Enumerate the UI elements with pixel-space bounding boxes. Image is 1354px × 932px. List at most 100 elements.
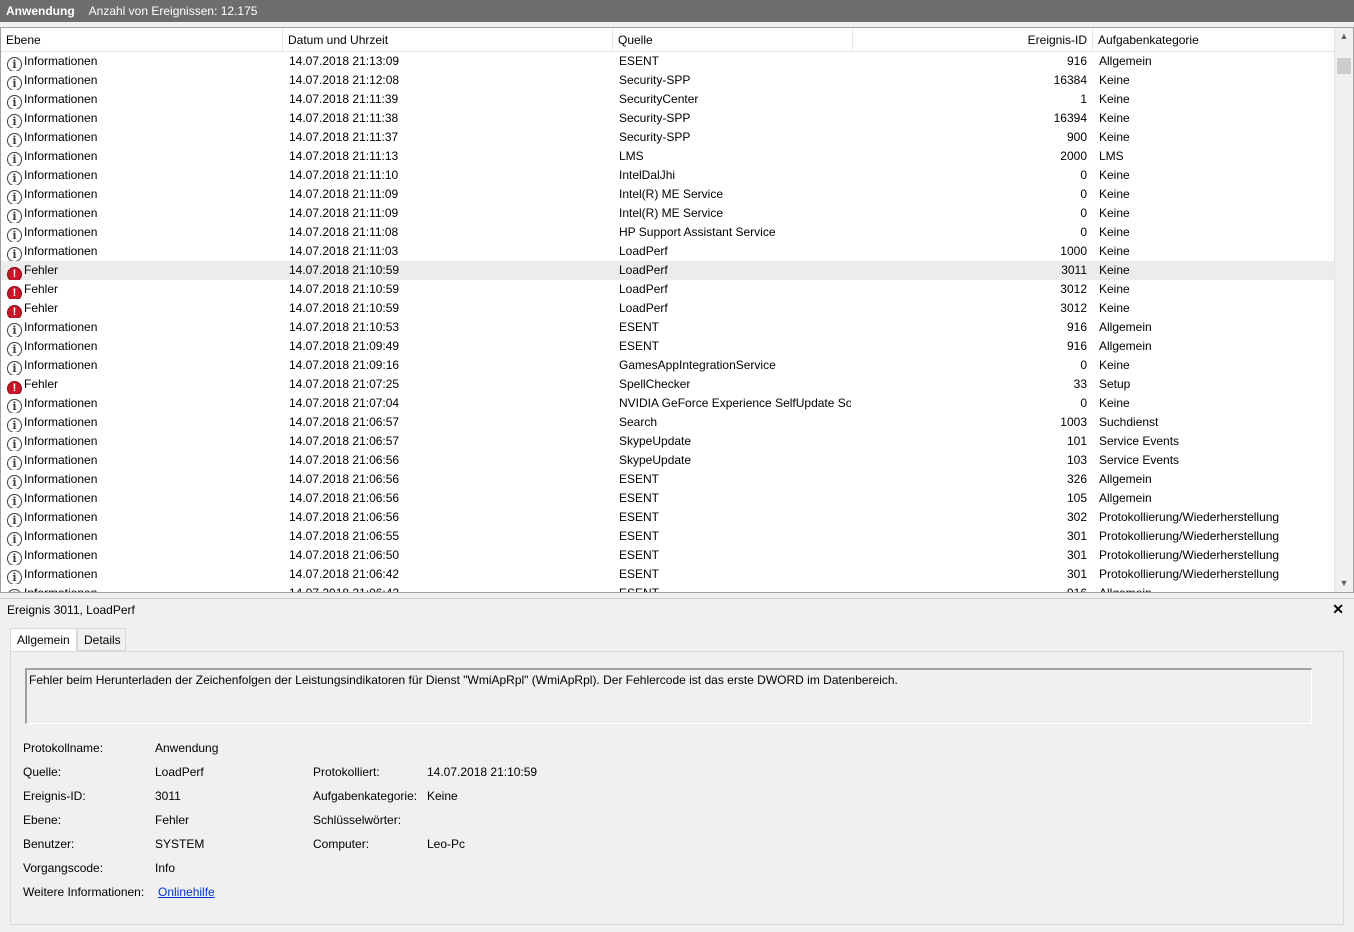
scroll-down-icon[interactable]: ▼ — [1335, 575, 1353, 592]
info-icon: i — [7, 247, 22, 261]
row-category: Keine — [1099, 111, 1130, 125]
row-date: 14.07.2018 21:06:56 — [289, 453, 400, 467]
row-date: 14.07.2018 21:06:56 — [289, 491, 400, 505]
column-header-event-id[interactable]: Ereignis-ID — [853, 28, 1093, 52]
row-source: ESENT — [619, 320, 660, 334]
row-event-id: 101 — [1066, 434, 1087, 448]
table-row[interactable]: ! Fehler 14.07.2018 21:10:59 LoadPerf 3012 Ke… — [1, 299, 1335, 318]
row-level: iInformationen — [7, 451, 277, 470]
scroll-up-icon[interactable]: ▲ — [1335, 28, 1353, 45]
event-list[interactable]: Ebene Datum und Uhrzeit Quelle Ereignis-… — [0, 27, 1354, 593]
table-row[interactable]: i Informationen 14.07.2018 21:13:09 ESENT 91… — [1, 52, 1335, 71]
row-source: SpellChecker — [619, 377, 691, 391]
info-icon: i — [7, 494, 22, 508]
column-header: Ebene Datum und Uhrzeit Quelle Ereignis-… — [1, 28, 1335, 52]
log-title: Anwendung — [6, 4, 75, 18]
row-date: 14.07.2018 21:09:16 — [289, 358, 400, 372]
row-category: Service Events — [1099, 453, 1180, 467]
row-source: HP Support Assistant Service — [619, 225, 776, 239]
table-row[interactable]: i Informationen 14.07.2018 21:11:39 Securit… — [1, 90, 1335, 109]
row-level: iInformationen — [7, 356, 277, 375]
table-row[interactable]: iInformationen 14.07.2018 21:06:42 ESENT 91… — [1, 584, 1335, 592]
table-row[interactable]: i Informationen 14.07.2018 21:11:09 Intel(R… — [1, 204, 1335, 223]
column-header-category[interactable]: Aufgabenkategorie — [1093, 28, 1335, 52]
title-bar: Anwendung Anzahl von Ereignissen: 12.175 — [0, 0, 1354, 22]
column-header-source[interactable]: Quelle — [613, 28, 853, 52]
column-header-level[interactable]: Ebene — [1, 28, 283, 52]
close-icon[interactable]: ✕ — [1332, 601, 1344, 618]
info-icon: i — [7, 399, 22, 413]
table-row[interactable]: i Informationen 14.07.2018 21:07:04 NVIDIA … — [1, 394, 1335, 413]
table-row[interactable]: ! Fehler 14.07.2018 21:10:59 LoadPerf 3012 Ke… — [1, 280, 1335, 299]
event-message[interactable]: Fehler beim Herunterladen der Zeichenfol… — [25, 668, 1312, 724]
row-event-id: 302 — [1066, 510, 1087, 524]
table-row[interactable]: i Informationen 14.07.2018 21:06:42 ESENT 30… — [1, 565, 1335, 584]
row-level-label: Informationen — [24, 244, 98, 258]
info-icon: i — [7, 95, 22, 109]
row-date: 14.07.2018 21:11:13 — [289, 149, 399, 163]
table-row[interactable]: i Informationen 14.07.2018 21:06:57 Search 1… — [1, 413, 1335, 432]
column-header-date[interactable]: Datum und Uhrzeit — [283, 28, 613, 52]
info-icon: i — [7, 551, 22, 565]
tab-details[interactable]: Details — [77, 628, 126, 651]
row-level-label: Informationen — [24, 339, 98, 353]
table-row[interactable]: i Informationen 14.07.2018 21:11:09 Intel(R… — [1, 185, 1335, 204]
table-row[interactable]: i Informationen 14.07.2018 21:06:55 ESENT 30… — [1, 527, 1335, 546]
table-row[interactable]: i Informationen 14.07.2018 21:10:53 ESENT 91… — [1, 318, 1335, 337]
row-level: ! Fehler — [7, 299, 277, 318]
row-source: LoadPerf — [619, 263, 668, 277]
row-level: iInformationen — [7, 318, 277, 337]
table-row[interactable]: i Informationen 14.07.2018 21:11:08 HP Supp… — [1, 223, 1335, 242]
table-row[interactable]: i Informationen 14.07.2018 21:09:49 ESENT 91… — [1, 337, 1335, 356]
row-date: 14.07.2018 21:10:59 — [289, 301, 400, 315]
online-help-link[interactable]: Onlinehilfe — [158, 885, 215, 899]
info-icon: i — [7, 437, 22, 451]
row-event-id: 3012 — [1060, 282, 1087, 296]
table-row[interactable]: i Informationen 14.07.2018 21:06:56 ESENT 10… — [1, 489, 1335, 508]
table-row[interactable]: i Informationen 14.07.2018 21:06:56 ESENT 30… — [1, 508, 1335, 527]
vertical-scrollbar[interactable]: ▲ ▼ — [1334, 28, 1353, 592]
row-level: iInformationen — [7, 337, 277, 356]
table-row[interactable]: i Informationen 14.07.2018 21:11:03 LoadPer… — [1, 242, 1335, 261]
row-category: Protokollierung/Wiederherstellung — [1099, 510, 1280, 524]
table-row[interactable]: i Informationen 14.07.2018 21:11:37 Securit… — [1, 128, 1335, 147]
info-icon: i — [7, 152, 22, 166]
label-user: Benutzer: — [23, 837, 75, 851]
info-icon: i — [7, 57, 22, 71]
info-icon: i — [7, 342, 22, 356]
tab-general[interactable]: Allgemein — [10, 628, 77, 652]
table-row[interactable]: ! Fehler 14.07.2018 21:10:59 LoadPerf 3011 Ke… — [1, 261, 1335, 280]
table-row[interactable]: i Informationen 14.07.2018 21:11:13 LMS 2000… — [1, 147, 1335, 166]
table-row[interactable]: i Informationen 14.07.2018 21:12:08 Securit… — [1, 71, 1335, 90]
label-computer: Computer: — [313, 837, 370, 851]
info-icon: i — [7, 133, 22, 147]
table-row[interactable]: i Informationen 14.07.2018 21:11:38 Securit… — [1, 109, 1335, 128]
label-logname: Protokollname: — [23, 741, 104, 755]
row-level: iInformationen — [7, 90, 277, 109]
table-row[interactable]: i Informationen 14.07.2018 21:11:10 IntelDa… — [1, 166, 1335, 185]
row-event-id: 103 — [1066, 453, 1087, 467]
table-row[interactable]: i Informationen 14.07.2018 21:09:16 GamesAp… — [1, 356, 1335, 375]
table-row[interactable]: ! Fehler 14.07.2018 21:07:25 SpellChecker 33… — [1, 375, 1335, 394]
table-row[interactable]: i Informationen 14.07.2018 21:06:57 SkypeUp… — [1, 432, 1335, 451]
row-source: SkypeUpdate — [619, 453, 692, 467]
row-level: iInformationen — [7, 527, 277, 546]
table-row[interactable]: i Informationen 14.07.2018 21:06:56 ESENT 32… — [1, 470, 1335, 489]
info-icon: i — [7, 570, 22, 584]
value-user: SYSTEM — [155, 837, 205, 851]
label-logged: Protokolliert: — [313, 765, 380, 779]
info-icon: i — [7, 228, 22, 242]
row-source: ESENT — [619, 472, 660, 486]
row-source: LoadPerf — [619, 244, 668, 258]
row-event-id: 301 — [1066, 548, 1087, 562]
row-level-label: Informationen — [24, 472, 98, 486]
row-event-id: 0 — [1080, 225, 1087, 239]
table-row[interactable]: i Informationen 14.07.2018 21:06:56 SkypeUp… — [1, 451, 1335, 470]
table-row[interactable]: i Informationen 14.07.2018 21:06:50 ESENT 30… — [1, 546, 1335, 565]
scroll-thumb[interactable] — [1337, 58, 1351, 74]
row-source: NVIDIA GeForce Experience SelfUpdate So.… — [619, 396, 851, 410]
row-date: 14.07.2018 21:06:57 — [289, 415, 400, 429]
row-source: Intel(R) ME Service — [619, 206, 724, 220]
row-date: 14.07.2018 21:07:25 — [289, 377, 400, 391]
row-category: Keine — [1099, 263, 1130, 277]
